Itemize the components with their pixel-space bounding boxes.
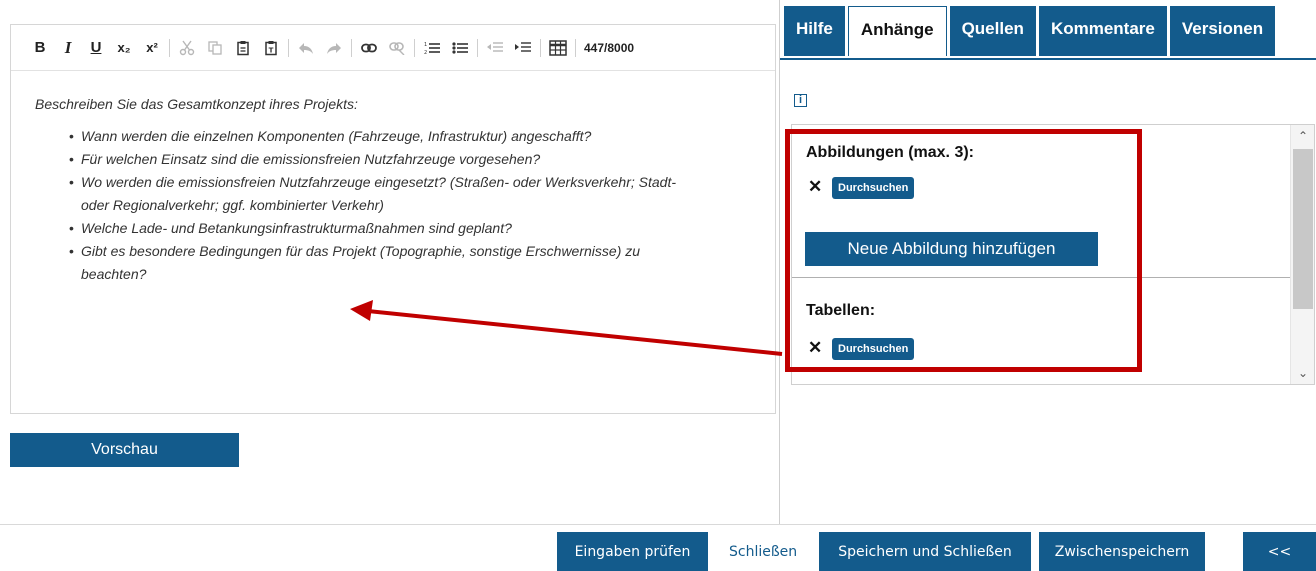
save-and-close-button[interactable]: Speichern und Schließen — [819, 532, 1031, 571]
app-root: B I U x₂ x² T 1 2 447/8000 Beschreiben S… — [0, 0, 1316, 571]
annotation-arrow — [350, 300, 783, 356]
close-link[interactable]: Schließen — [729, 532, 797, 571]
save-draft-button[interactable]: Zwischenspeichern — [1039, 532, 1205, 571]
bottom-bar-divider — [0, 524, 1316, 525]
check-input-button[interactable]: Eingaben prüfen — [557, 532, 708, 571]
collapse-panel-button[interactable]: << — [1243, 532, 1316, 571]
